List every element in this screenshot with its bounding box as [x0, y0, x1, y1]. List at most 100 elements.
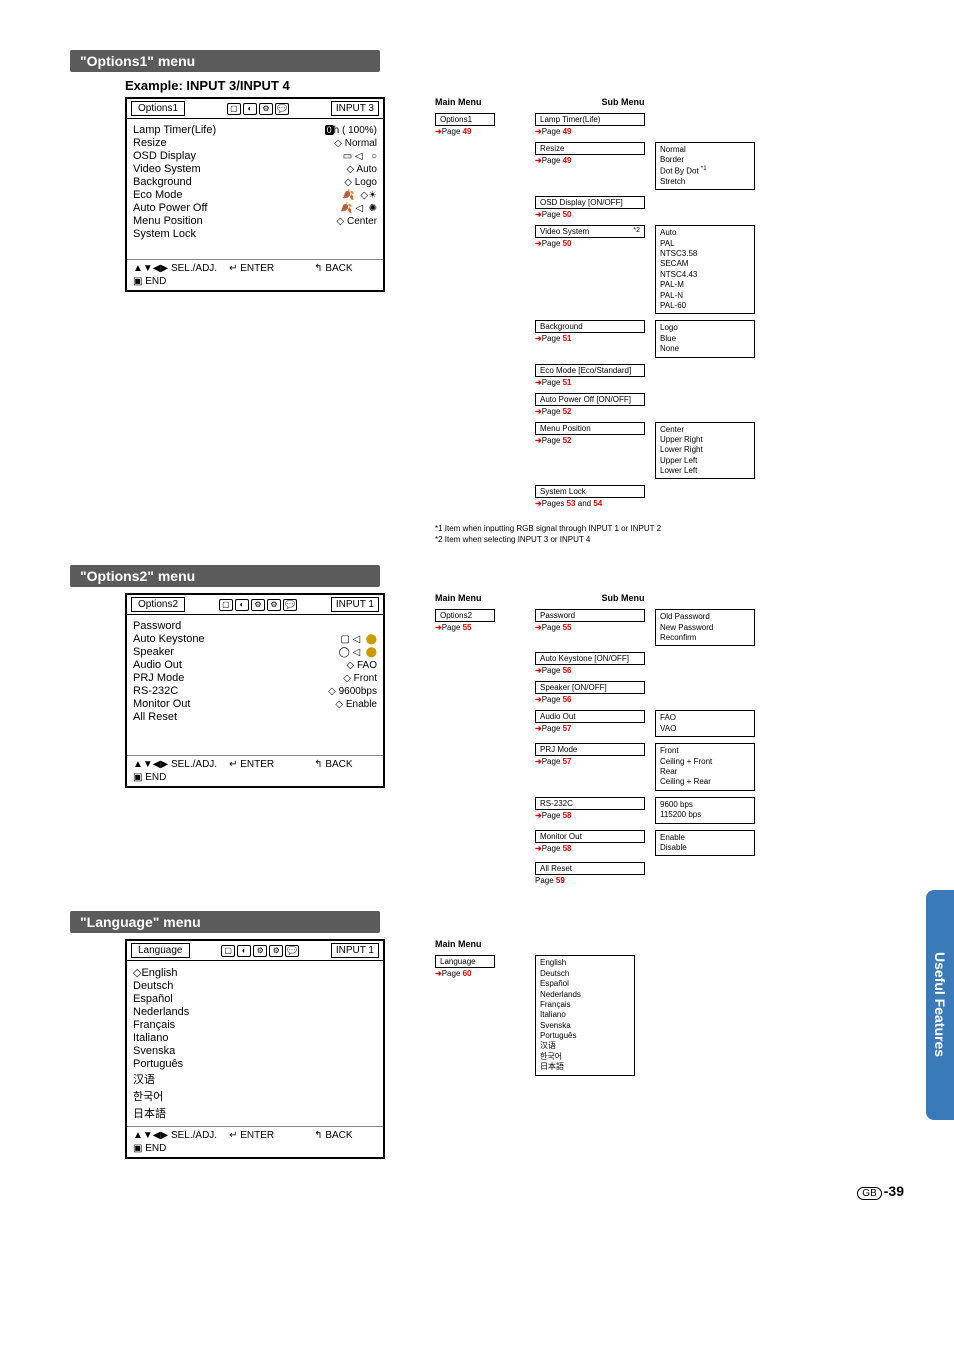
tree-item-label: Resize	[535, 142, 645, 155]
tree1-main-page: ➜Page 49	[435, 127, 515, 136]
tree-sub-box: FAOVAO	[655, 710, 755, 737]
tree-item-page: ➜Page 57	[535, 724, 655, 733]
tree-item: Resize➜Page 49NormalBorderDot By Dot *1S…	[535, 142, 755, 190]
tree-item: Speaker [ON/OFF]➜Page 56	[535, 681, 755, 704]
osd1-back: ↰ BACK	[314, 263, 352, 274]
tree-item-label: Monitor Out	[535, 830, 645, 843]
osd3-footer: ▲▼◀▶ SEL./ADJ. ↵ ENTER ↰ BACK ▣ END	[127, 1126, 383, 1157]
osd1-lock: System Lock	[133, 228, 196, 240]
tree-item-page: ➜Page 58	[535, 811, 655, 820]
tree-item-page: ➜Page 51	[535, 334, 655, 343]
tree1-h-sub: Sub Menu	[602, 97, 645, 107]
tree-item-label: PRJ Mode	[535, 743, 645, 756]
osd1-bg: Background	[133, 176, 192, 188]
osd1-input: INPUT 3	[331, 101, 379, 116]
osd3-sel: ▲▼◀▶ SEL./ADJ.	[133, 1130, 217, 1141]
tree-item-page: ➜Page 50	[535, 210, 655, 219]
tree-sub-box: CenterUpper RightLower RightUpper LeftLo…	[655, 422, 755, 480]
osd1-menu-val: ◇ Center	[337, 216, 377, 227]
osd3-lang-item: ◇English	[133, 966, 377, 979]
osd1-eco-val: 🍂 ◇☀	[342, 190, 377, 201]
osd3-lang-item: Español	[133, 993, 377, 1005]
tree-item-label: All Reset	[535, 862, 645, 875]
osd-options1: Options1 ▢◐⚙💬 INPUT 3 Lamp Timer(Life)0h…	[125, 97, 385, 292]
osd2-prj-val: ◇ Front	[343, 673, 377, 684]
osd2-spk-val: ◯ ◁ ⬤	[339, 647, 377, 658]
tree-options1: Main Menu Sub Menu Options1 ➜Page 49 Lam…	[435, 97, 755, 545]
osd1-sel: ▲▼◀▶ SEL./ADJ.	[133, 263, 217, 274]
osd3-lang-item: 汉语	[133, 1071, 377, 1087]
tree-item-page: ➜Page 50	[535, 239, 655, 248]
tree-sub-box: NormalBorderDot By Dot *1Stretch	[655, 142, 755, 190]
tree1-main: Options1	[435, 113, 495, 126]
tree-item: Audio Out➜Page 57FAOVAO	[535, 710, 755, 737]
osd1-footer: ▲▼◀▶ SEL./ADJ. ↵ ENTER ↰ BACK ▣ END	[127, 259, 383, 290]
osd2-audio-val: ◇ FAO	[347, 660, 377, 671]
tree-sub-box: Old PasswordNew PasswordReconfirm	[655, 609, 755, 646]
tree-item-page: ➜Page 51	[535, 378, 655, 387]
osd2-mon-val: ◇ Enable	[335, 699, 377, 710]
osd2-pwd: Password	[133, 620, 181, 632]
tree-sub-box: FrontCeiling + FrontRearCeiling + Rear	[655, 743, 755, 791]
osd2-back: ↰ BACK	[314, 759, 352, 770]
tree-item: PRJ Mode➜Page 57FrontCeiling + FrontRear…	[535, 743, 755, 791]
osd1-auto-val: 🍂 ◁ ✺	[340, 203, 377, 214]
osd3-lang-item: Italiano	[133, 1032, 377, 1044]
tree-item-label: Menu Position	[535, 422, 645, 435]
tree2-h-sub: Sub Menu	[602, 593, 645, 603]
tree-item-label: RS-232C	[535, 797, 645, 810]
tree-item: System Lock➜Pages 53 and 54	[535, 485, 755, 508]
section-options2: "Options2" menu	[70, 565, 380, 587]
tree-item-page: ➜Page 58	[535, 844, 655, 853]
tree-item-label: Background	[535, 320, 645, 333]
osd3-lang-item: Français	[133, 1019, 377, 1031]
section-options1: "Options1" menu	[70, 50, 380, 72]
tree-item: Auto Keystone [ON/OFF]➜Page 56	[535, 652, 755, 675]
osd3-enter: ↵ ENTER	[229, 1130, 274, 1141]
osd3-lang-item: 한국어	[133, 1088, 377, 1104]
tree-item: All ResetPage 59	[535, 862, 755, 885]
osd2-mon: Monitor Out	[133, 698, 190, 710]
tree-item-label: Auto Power Off [ON/OFF]	[535, 393, 645, 406]
tree-sub-box: EnableDisable	[655, 830, 755, 857]
osd2-audio: Audio Out	[133, 659, 182, 671]
tree-item: Monitor Out➜Page 58EnableDisable	[535, 830, 755, 857]
tree-item: Eco Mode [Eco/Standard]➜Page 51	[535, 364, 755, 387]
tree-item-page: ➜Page 52	[535, 436, 655, 445]
tree-item-label: Lamp Timer(Life)	[535, 113, 645, 126]
osd1-auto: Auto Power Off	[133, 202, 207, 214]
tree-item-page: ➜Pages 53 and 54	[535, 499, 655, 508]
osd1-lamp: Lamp Timer(Life)	[133, 124, 216, 136]
osd1-osd-val: ▭ ◁ ○	[343, 151, 377, 162]
tree-item: Lamp Timer(Life)➜Page 49	[535, 113, 755, 136]
tree-item-page: ➜Page 52	[535, 407, 655, 416]
osd2-input: INPUT 1	[331, 597, 379, 612]
osd2-footer: ▲▼◀▶ SEL./ADJ. ↵ ENTER ↰ BACK ▣ END	[127, 755, 383, 786]
osd3-lang-item: Português	[133, 1058, 377, 1070]
tree-item-label: Auto Keystone [ON/OFF]	[535, 652, 645, 665]
tree-sub-box: 9600 bps115200 bps	[655, 797, 755, 824]
tree-options2: Main Menu Sub Menu Options2 ➜Page 55 Pas…	[435, 593, 755, 891]
osd2-sel: ▲▼◀▶ SEL./ADJ.	[133, 759, 217, 770]
tree3-main: Language	[435, 955, 495, 968]
tree3-h-main: Main Menu	[435, 939, 482, 949]
side-tab: Useful Features	[926, 890, 954, 1120]
osd3-tab-icons: ▢◐⚙⚙💬	[221, 945, 299, 957]
osd1-resize: Resize	[133, 137, 167, 149]
osd3-end: ▣ END	[133, 1143, 166, 1154]
tree-item-label: OSD Display [ON/OFF]	[535, 196, 645, 209]
osd-options2: Options2 ▢◐⚙⚙💬 INPUT 1 Password Auto Key…	[125, 593, 385, 788]
tree-item: Background➜Page 51LogoBlueNone	[535, 320, 755, 357]
tree2-main: Options2	[435, 609, 495, 622]
osd2-enter: ↵ ENTER	[229, 759, 274, 770]
tree-item-page: Page 59	[535, 876, 655, 885]
tree-item: OSD Display [ON/OFF]➜Page 50	[535, 196, 755, 219]
tree-item-label: System Lock	[535, 485, 645, 498]
tree-item: Video System*2➜Page 50AutoPALNTSC3.58SEC…	[535, 225, 755, 314]
tree-item-page: ➜Page 49	[535, 127, 655, 136]
osd2-ak-val: ▢ ◁ ⬤	[340, 634, 377, 645]
osd3-back: ↰ BACK	[314, 1130, 352, 1141]
tree-item-label: Password	[535, 609, 645, 622]
osd2-ak: Auto Keystone	[133, 633, 205, 645]
osd2-spk: Speaker	[133, 646, 174, 658]
